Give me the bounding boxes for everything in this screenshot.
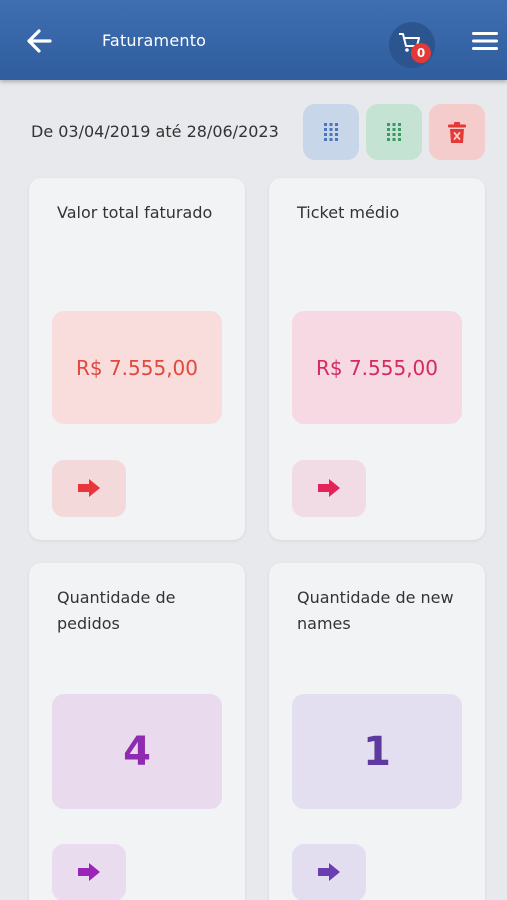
card-value: 1 — [363, 728, 391, 775]
clear-filter-button[interactable] — [429, 104, 485, 160]
card-average-ticket: Ticket médio R$ 7.555,00 — [269, 178, 485, 540]
value-box: R$ 7.555,00 — [52, 311, 222, 424]
details-button[interactable] — [292, 844, 366, 900]
grid-icon — [387, 123, 401, 141]
arrow-right-icon — [78, 863, 100, 881]
value-box: R$ 7.555,00 — [292, 311, 462, 424]
card-value: 4 — [123, 728, 151, 775]
cart-count-badge: 0 — [411, 43, 431, 63]
card-title: Valor total faturado — [57, 203, 213, 222]
arrow-right-icon — [318, 479, 340, 497]
card-total-revenue: Valor total faturado R$ 7.555,00 — [29, 178, 245, 540]
cart-button[interactable]: 0 — [389, 22, 435, 68]
grid-export-button[interactable] — [366, 104, 422, 160]
card-title: Ticket médio — [297, 203, 400, 222]
grid-icon — [324, 123, 338, 141]
date-range-text: De 03/04/2019 até 28/06/2023 — [31, 122, 279, 141]
back-button[interactable] — [24, 26, 56, 56]
page-title: Faturamento — [102, 31, 207, 50]
details-button[interactable] — [52, 460, 126, 517]
details-button[interactable] — [52, 844, 126, 900]
card-value: R$ 7.555,00 — [315, 355, 439, 380]
hamburger-menu-icon — [472, 32, 498, 50]
value-box: 1 — [292, 694, 462, 809]
card-value: R$ 7.555,00 — [75, 355, 199, 380]
card-new-names-count: Quantidade de new names 1 — [269, 563, 485, 900]
app-bar: Faturamento 0 — [0, 0, 507, 80]
arrow-right-icon — [318, 863, 340, 881]
trash-icon — [448, 122, 466, 143]
menu-button[interactable] — [470, 29, 500, 53]
grid-view-button[interactable] — [303, 104, 359, 160]
card-order-count: Quantidade de pedidos 4 — [29, 563, 245, 900]
arrow-left-icon — [27, 29, 52, 53]
details-button[interactable] — [292, 460, 366, 517]
card-title: Quantidade de new names — [297, 588, 454, 633]
card-title: Quantidade de pedidos — [57, 588, 176, 633]
value-box: 4 — [52, 694, 222, 809]
arrow-right-icon — [78, 479, 100, 497]
